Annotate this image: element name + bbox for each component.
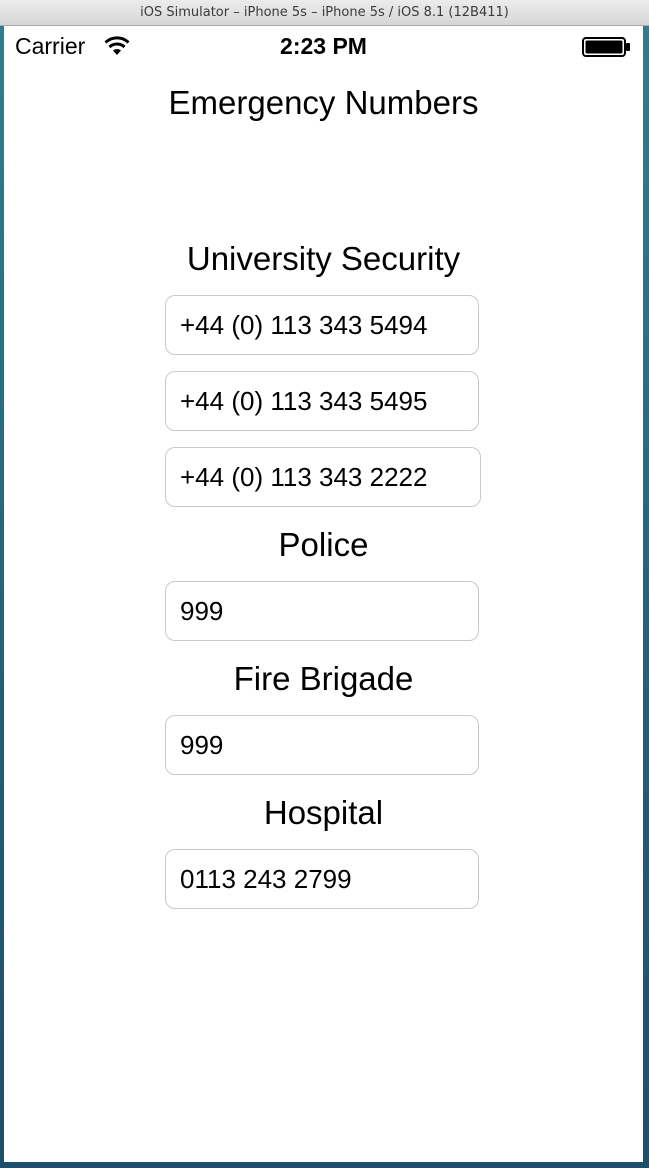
simulator-title-bar: iOS Simulator – iPhone 5s – iPhone 5s / … (0, 0, 649, 26)
section-label-fire-brigade: Fire Brigade (233, 660, 414, 697)
status-time: 2:23 PM (280, 33, 367, 59)
section-label-university-security: University Security (186, 240, 461, 277)
device-screen: Carrier 2:23 PM Emergency Numbers Univer… (4, 26, 643, 1162)
university-security-phone-field-1[interactable]: +44 (0) 113 343 5494 (165, 295, 479, 355)
section-label-hospital: Hospital (263, 794, 384, 831)
hospital-phone-field[interactable]: 0113 243 2799 (165, 849, 479, 909)
battery-icon (582, 37, 631, 57)
university-security-phone-field-3[interactable]: +44 (0) 113 343 2222 (165, 447, 481, 507)
page-title: Emergency Numbers (168, 84, 479, 121)
status-bar: Carrier 2:23 PM (4, 26, 643, 66)
fire-brigade-phone-field[interactable]: 999 (165, 715, 479, 775)
police-phone-field[interactable]: 999 (165, 581, 479, 641)
university-security-phone-field-2[interactable]: +44 (0) 113 343 5495 (165, 371, 479, 431)
section-label-police: Police (278, 526, 369, 563)
